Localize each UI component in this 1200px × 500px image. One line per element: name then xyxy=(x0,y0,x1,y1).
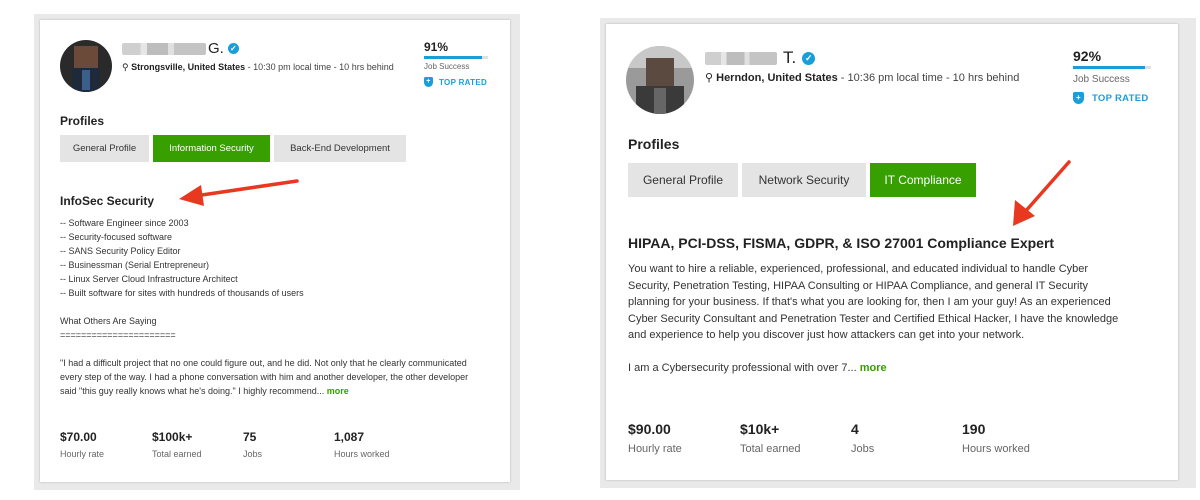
top-rated-badge: + TOP RATED xyxy=(1073,92,1149,104)
tab-label: IT Compliance xyxy=(884,173,962,187)
location-city: Herndon, United States xyxy=(716,72,838,84)
tab-label: Network Security xyxy=(758,173,850,187)
quote-text: "I had a difficult project that no one c… xyxy=(60,358,469,396)
stat-hourly-rate: $70.00 Hourly rate xyxy=(60,430,104,459)
bullet-line: -- Software Engineer since 2003 xyxy=(60,218,189,228)
stat-hours-worked: 190 Hours worked xyxy=(962,421,1030,455)
right-red-arrow xyxy=(1013,160,1071,226)
profile-title: InfoSec Security xyxy=(60,194,155,208)
stat-label: Total earned xyxy=(152,449,202,459)
job-success-label: Job Success xyxy=(1073,74,1130,85)
verified-icon: ✓ xyxy=(802,51,816,65)
profiles-heading: Profiles xyxy=(628,136,680,152)
name-initial: G. xyxy=(208,40,224,57)
verified-icon: ✓ xyxy=(227,43,239,54)
bullet-line: -- Linux Server Cloud Infrastructure Arc… xyxy=(60,274,238,284)
stat-label: Hourly rate xyxy=(628,443,682,455)
stat-value: $90.00 xyxy=(628,421,671,437)
job-success-bar xyxy=(424,56,488,59)
profile-title: HIPAA, PCI-DSS, FISMA, GDPR, & ISO 27001… xyxy=(628,235,1055,251)
stat-value: $10k+ xyxy=(740,421,780,437)
job-success-label: Job Success xyxy=(424,62,470,71)
tab-general-profile[interactable]: General Profile xyxy=(60,135,149,162)
more-link[interactable]: more xyxy=(327,386,349,396)
tab-label: General Profile xyxy=(72,143,137,154)
stat-jobs: 4 Jobs xyxy=(851,421,874,455)
stat-value: 190 xyxy=(962,421,986,437)
job-success-percent: 91% xyxy=(424,40,449,54)
tab-information-security[interactable]: Information Security xyxy=(153,135,270,162)
blurred-name xyxy=(122,42,206,55)
stat-label: Hours worked xyxy=(334,449,390,459)
stat-hourly-rate: $90.00 Hourly rate xyxy=(628,421,682,455)
shield-icon: + xyxy=(424,77,433,87)
tab-label: Back-End Development xyxy=(290,143,390,154)
freelancer-name[interactable]: T. ✓ xyxy=(705,48,816,68)
tab-back-end-development[interactable]: Back-End Development xyxy=(274,135,406,162)
top-rated-badge: + TOP RATED xyxy=(424,77,487,87)
location: ⚲ Herndon, United States - 10:36 pm loca… xyxy=(705,72,1020,84)
location: ⚲ Strongsville, United States - 10:30 pm… xyxy=(122,62,394,72)
shield-icon: + xyxy=(1073,92,1084,104)
job-success-fill xyxy=(1073,66,1145,69)
job-success-bar xyxy=(1073,66,1151,69)
local-time: 10:30 pm local time - 10 hrs behind xyxy=(253,62,394,72)
local-time: 10:36 pm local time - 10 hrs behind xyxy=(847,72,1020,84)
separator-line: ====================== xyxy=(60,330,176,340)
tab-network-security[interactable]: Network Security xyxy=(742,163,866,197)
stat-label: Jobs xyxy=(851,443,875,455)
blurred-name xyxy=(705,51,777,65)
tab-it-compliance[interactable]: IT Compliance xyxy=(870,163,976,197)
stat-value: $70.00 xyxy=(60,430,97,444)
stat-value: 1,087 xyxy=(334,430,365,444)
right-freelancer-card: T. ✓ ⚲ Herndon, United States - 10:36 pm… xyxy=(606,24,1178,480)
description-teaser: I am a Cybersecurity professional with o… xyxy=(628,360,1124,377)
more-link[interactable]: more xyxy=(860,362,887,374)
top-rated-label: TOP RATED xyxy=(439,77,488,87)
avatar[interactable] xyxy=(626,46,694,114)
stat-value: $100k+ xyxy=(152,430,193,444)
freelancer-name[interactable]: G. ✓ xyxy=(122,40,239,57)
tab-label: Information Security xyxy=(169,143,254,154)
stat-total-earned: $100k+ Total earned xyxy=(152,430,202,459)
tab-general-profile[interactable]: General Profile xyxy=(628,163,738,197)
stat-jobs: 75 Jobs xyxy=(243,430,262,459)
tab-label: General Profile xyxy=(642,173,724,187)
job-success-fill xyxy=(424,56,483,59)
top-rated-label: TOP RATED xyxy=(1092,92,1149,104)
stat-label: Hours worked xyxy=(962,443,1030,455)
bullet-line: -- Businessman (Serial Entrepreneur) xyxy=(60,260,210,270)
map-pin-icon: ⚲ xyxy=(705,72,714,84)
stat-total-earned: $10k+ Total earned xyxy=(740,421,801,455)
profile-tabs: General Profile Information Security Bac… xyxy=(60,135,406,162)
bullet-line: -- Security-focused software xyxy=(60,232,173,242)
stat-label: Hourly rate xyxy=(60,449,105,459)
teaser-text: I am a Cybersecurity professional with o… xyxy=(628,361,857,374)
profile-description: You want to hire a reliable, experienced… xyxy=(628,261,1124,376)
stat-label: Jobs xyxy=(243,449,263,459)
stat-value: 4 xyxy=(851,421,859,437)
description-paragraph: You want to hire a reliable, experienced… xyxy=(628,263,1119,341)
stat-hours-worked: 1,087 Hours worked xyxy=(334,430,390,459)
location-city: Strongsville, United States xyxy=(131,62,246,72)
avatar[interactable] xyxy=(60,40,112,92)
left-red-arrow xyxy=(179,179,299,206)
stat-label: Total earned xyxy=(740,443,801,455)
map-pin-icon: ⚲ xyxy=(122,62,129,72)
name-initial: T. xyxy=(783,48,797,67)
left-freelancer-card: G. ✓ ⚲ Strongsville, United States - 10:… xyxy=(40,20,510,482)
review-quote: "I had a difficult project that no one c… xyxy=(60,356,480,398)
bullet-line: -- Built software for sites with hundred… xyxy=(60,288,304,298)
stat-value: 75 xyxy=(243,430,257,444)
others-heading: What Others Are Saying xyxy=(60,316,157,326)
job-success-percent: 92% xyxy=(1073,48,1102,64)
bullet-line: -- SANS Security Policy Editor xyxy=(60,246,181,256)
profile-description: -- Software Engineer since 2003 -- Secur… xyxy=(60,216,480,398)
profile-tabs: General Profile Network Security IT Comp… xyxy=(628,163,976,197)
profiles-heading: Profiles xyxy=(60,114,105,128)
